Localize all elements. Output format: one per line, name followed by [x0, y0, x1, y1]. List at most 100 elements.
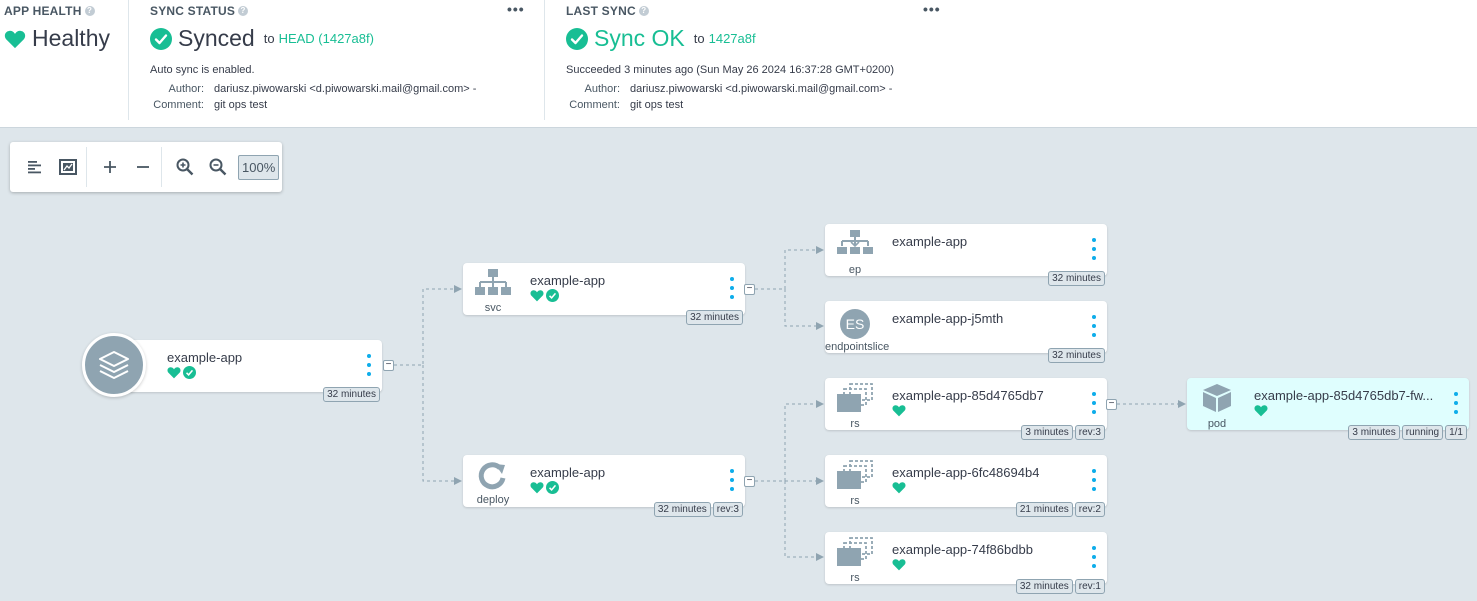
node-menu-icon[interactable]	[1451, 392, 1461, 414]
zoom-out-button[interactable]	[201, 152, 234, 182]
toolbar-divider	[161, 147, 162, 187]
age-tag: 3 minutes	[1348, 425, 1400, 440]
sync-author-row: Author: dariusz.piwowarski <d.piwowarski…	[140, 83, 477, 95]
node-name: example-app-85d4765db7	[892, 388, 1044, 403]
age-tag: 32 minutes	[686, 310, 743, 325]
ep-node[interactable]: ep example-app 32 minutes	[825, 224, 1107, 286]
expand-icon	[103, 161, 116, 173]
node-kind: deploy	[476, 494, 510, 506]
sync-status-panel[interactable]: SYNC STATUS ? ••• Synced to HEAD (1427a8…	[130, 0, 545, 120]
app-health-title: APP HEALTH	[4, 4, 82, 18]
last-sync-menu-icon[interactable]: •••	[923, 1, 941, 17]
heart-icon	[892, 559, 906, 571]
node-status	[530, 289, 559, 302]
sync-status-line: Synced to HEAD (1427a8f)	[150, 25, 374, 52]
node-menu-icon[interactable]	[1089, 469, 1099, 491]
list-view-button[interactable]	[18, 152, 51, 182]
endpointslice-icon: ES	[840, 309, 870, 339]
toolbar-divider	[86, 147, 87, 187]
comment-value: git ops test	[214, 99, 268, 111]
age-tag: 32 minutes	[323, 387, 380, 402]
node-status	[530, 481, 559, 494]
zoom-in-button[interactable]	[168, 152, 201, 182]
author-value: dariusz.piwowarski <d.piwowarski.mail@gm…	[630, 83, 893, 95]
node-status	[892, 558, 906, 571]
endpointslice-node[interactable]: ES endpointslice example-app-j5mth 32 mi…	[825, 301, 1107, 363]
health-status: Healthy	[4, 25, 110, 52]
node-menu-icon[interactable]	[1089, 546, 1099, 568]
node-kind: svc	[484, 302, 502, 314]
collapse-icon	[136, 166, 149, 168]
age-tag: 32 minutes	[653, 502, 711, 517]
node-icon	[1197, 383, 1237, 418]
expand-all-button[interactable]	[93, 152, 126, 182]
help-icon[interactable]: ?	[238, 6, 249, 16]
node-name: example-app-85d4765db7-fw...	[1254, 388, 1434, 403]
check-circle-icon	[183, 366, 196, 379]
collapse-toggle[interactable]: −	[744, 476, 755, 487]
rs-node[interactable]: rs example-app-6fc48694b4 21 minutes rev…	[825, 455, 1107, 517]
help-icon[interactable]: ?	[638, 6, 649, 16]
last-sync-author-row: Author: dariusz.piwowarski <d.piwowarski…	[530, 83, 893, 95]
check-circle-icon	[546, 481, 559, 494]
node-tags: 3 minutes running 1/1	[1348, 425, 1467, 440]
ready-tag: 1/1	[1445, 425, 1467, 440]
age-tag: 32 minutes	[1048, 348, 1105, 363]
node-kind: endpointslice	[825, 341, 890, 353]
rs-node[interactable]: rs example-app-85d4765db7 3 minutes rev:…	[825, 378, 1107, 440]
sync-revision-link[interactable]: HEAD (1427a8f)	[279, 31, 374, 46]
sync-to-text: to	[263, 31, 275, 46]
node-menu-icon[interactable]	[1089, 315, 1099, 337]
comment-label: Comment:	[153, 99, 204, 111]
deploy-node[interactable]: deploy example-app 32 minutes rev:3	[463, 455, 745, 517]
node-status	[167, 366, 196, 379]
collapse-all-button[interactable]	[126, 152, 159, 182]
last-sync-panel[interactable]: LAST SYNC ? ••• Sync OK to 1427a8f Succe…	[546, 0, 946, 120]
app-health-panel[interactable]: APP HEALTH ? Healthy	[0, 0, 129, 120]
fit-screen-button[interactable]	[51, 152, 84, 182]
sync-status-value: Synced	[178, 25, 255, 51]
rs-node[interactable]: rs example-app-74f86bdbb 32 minutes rev:…	[825, 532, 1107, 594]
pod-cube-icon	[1203, 384, 1231, 412]
node-kind: rs	[850, 418, 860, 430]
collapse-toggle[interactable]: −	[1106, 399, 1117, 410]
node-menu-icon[interactable]	[727, 277, 737, 299]
node-kind: ep	[848, 264, 862, 276]
sync-status-menu-icon[interactable]: •••	[507, 1, 525, 17]
heart-icon	[4, 30, 26, 48]
node-name: example-app-6fc48694b4	[892, 465, 1040, 480]
revision-tag: rev:1	[1074, 579, 1105, 594]
node-menu-icon[interactable]	[1089, 238, 1099, 260]
app-health-title-row: APP HEALTH ?	[4, 4, 95, 18]
node-menu-icon[interactable]	[727, 469, 737, 491]
pod-node[interactable]: pod example-app-85d4765db7-fw... 3 minut…	[1187, 378, 1469, 440]
svc-node[interactable]: svc example-app 32 minutes	[463, 263, 745, 325]
last-sync-value: Sync OK	[594, 25, 685, 51]
deployment-icon	[478, 462, 506, 490]
revision-tag: rev:3	[712, 502, 743, 517]
node-menu-icon[interactable]	[364, 354, 374, 376]
graph-toolbar: 100%	[10, 142, 282, 192]
node-icon: ES	[835, 305, 875, 339]
node-menu-icon[interactable]	[1089, 392, 1099, 414]
last-sync-revision-link[interactable]: 1427a8f	[709, 31, 756, 46]
node-kind: rs	[850, 495, 860, 507]
collapse-toggle[interactable]: −	[383, 360, 394, 371]
zoom-level[interactable]: 100%	[238, 154, 280, 180]
last-sync-line: Sync OK to 1427a8f	[566, 25, 756, 52]
zoom-out-icon	[209, 158, 226, 176]
status-bar: APP HEALTH ? Healthy SYNC STATUS ? ••• S…	[0, 0, 1477, 128]
last-sync-comment-row: Comment: git ops test	[530, 99, 683, 111]
collapse-toggle[interactable]: −	[744, 284, 755, 295]
age-tag: 3 minutes	[1021, 425, 1073, 440]
app-node[interactable]: example-app 32 minutes	[120, 340, 382, 402]
node-name: example-app	[530, 465, 606, 480]
layers-icon	[99, 351, 129, 379]
revision-tag: rev:2	[1074, 502, 1105, 517]
comment-label: Comment:	[569, 99, 620, 111]
succeeded-text: Succeeded 3 minutes ago (Sun May 26 2024…	[566, 64, 895, 76]
node-tags: 32 minutes	[323, 387, 380, 402]
list-view-icon	[27, 161, 41, 174]
help-icon[interactable]: ?	[84, 6, 95, 16]
node-icon	[473, 268, 513, 303]
